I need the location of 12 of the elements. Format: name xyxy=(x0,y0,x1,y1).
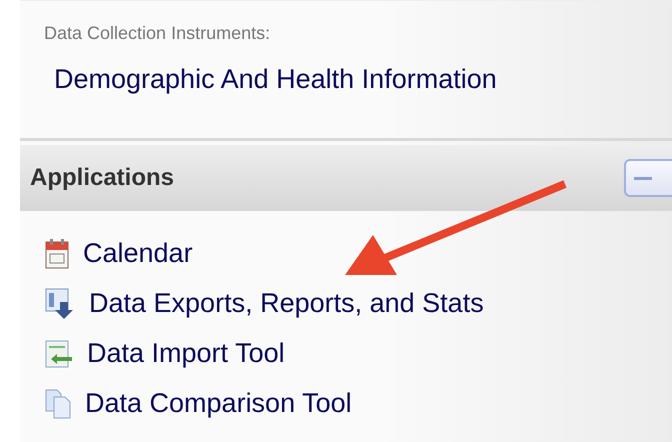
instrument-link[interactable]: Demographic And Health Information xyxy=(54,64,497,95)
calendar-icon xyxy=(45,238,69,268)
collapse-button[interactable] xyxy=(624,159,672,197)
table-import-icon xyxy=(45,340,73,368)
documents-icon xyxy=(45,388,71,418)
application-link[interactable]: Data Import Tool xyxy=(87,338,285,369)
table-download-icon xyxy=(45,288,75,320)
application-link[interactable]: Data Exports, Reports, and Stats xyxy=(89,288,484,319)
section-label: Data Collection Instruments: xyxy=(44,23,270,44)
section-title: Applications xyxy=(30,164,174,192)
application-link[interactable]: Calendar xyxy=(83,238,193,269)
application-link[interactable]: Data Comparison Tool xyxy=(85,388,352,419)
